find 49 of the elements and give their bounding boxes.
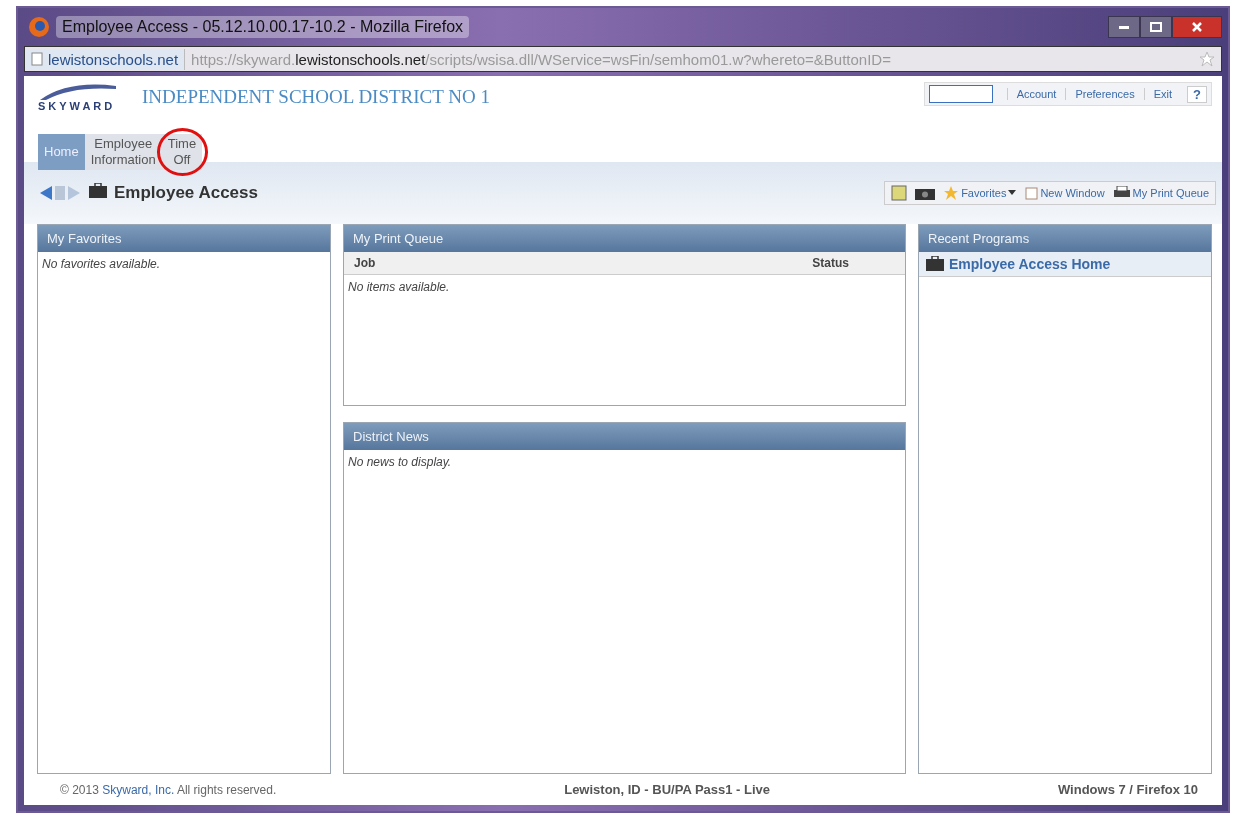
- page-title: Employee Access: [114, 183, 258, 203]
- briefcase-icon: [88, 183, 108, 199]
- copyright-text: © 2013 Skyward, Inc. All rights reserved.: [60, 782, 277, 797]
- empty-message: No items available.: [347, 279, 451, 296]
- new-window-link[interactable]: New Window: [1024, 186, 1105, 200]
- panel-title: District News: [344, 423, 905, 450]
- column-header: Job: [354, 256, 376, 270]
- url-text: https://skyward.lewistonschools.net/scripts/wsisa.dll/WService=wsFin/semhom01.w?whereto=&ButtonID=: [190, 50, 891, 68]
- firefox-icon: [28, 16, 50, 38]
- briefcase-icon: [925, 256, 945, 272]
- caret-icon: [1008, 190, 1017, 196]
- minimize-icon: [1119, 25, 1129, 29]
- page-icon: [31, 52, 43, 66]
- platform-info: Windows 7 / Firefox 10: [1057, 782, 1198, 797]
- panel-title: My Favorites: [38, 225, 330, 252]
- close-button[interactable]: [1172, 16, 1222, 38]
- server-info: Lewiston, ID - BU/PA Pass1 - Live: [564, 782, 771, 797]
- district-name: INDEPENDENT SCHOOL DISTRICT NO 1: [142, 86, 490, 108]
- maximize-button[interactable]: [1140, 16, 1172, 38]
- skyward-logo: SKYWARD: [38, 100, 117, 112]
- close-icon: [1192, 22, 1202, 32]
- header-link[interactable]: Account: [1006, 88, 1066, 100]
- panel-title: Recent Programs: [919, 225, 1211, 252]
- site-identity[interactable]: lewistonschools.net: [25, 48, 186, 70]
- nav-tab[interactable]: Employee Information: [84, 134, 162, 170]
- swoosh-icon: [38, 82, 118, 100]
- camera-icon[interactable]: [915, 186, 936, 200]
- star-icon: [943, 185, 960, 201]
- recent-program-link[interactable]: Employee Access Home: [919, 252, 1211, 277]
- empty-message: No news to display.: [347, 454, 453, 471]
- skyward-link[interactable]: Skyward, Inc.: [102, 782, 175, 797]
- header-link[interactable]: Preferences: [1065, 88, 1144, 100]
- maximize-icon: [1150, 22, 1162, 32]
- header-link[interactable]: Exit: [1143, 88, 1182, 100]
- star-icon[interactable]: [1199, 51, 1215, 67]
- back-arrow-icon[interactable]: [38, 185, 54, 201]
- favorites-menu[interactable]: Favorites: [943, 185, 1017, 201]
- help-button[interactable]: ?: [1187, 85, 1207, 103]
- panel-title: My Print Queue: [344, 225, 905, 252]
- minimize-button[interactable]: [1108, 16, 1140, 38]
- printer-icon: [1112, 186, 1131, 200]
- window-title: Employee Access - 05.12.10.00.17-10.2 - Mozilla Firefox: [56, 16, 470, 38]
- window-icon: [1024, 186, 1039, 200]
- address-bar[interactable]: lewistonschools.net https://skyward.lewistonschools.net/scripts/wsisa.dll/WService=wsFin/semhom01.w?whereto=&ButtonID=: [24, 46, 1222, 72]
- search-field[interactable]: [928, 85, 993, 103]
- print-queue-link[interactable]: My Print Queue: [1112, 186, 1209, 200]
- empty-message: No favorites available.: [41, 256, 162, 273]
- nav-tab[interactable]: Time Off: [161, 134, 203, 170]
- column-header: Status: [812, 256, 849, 270]
